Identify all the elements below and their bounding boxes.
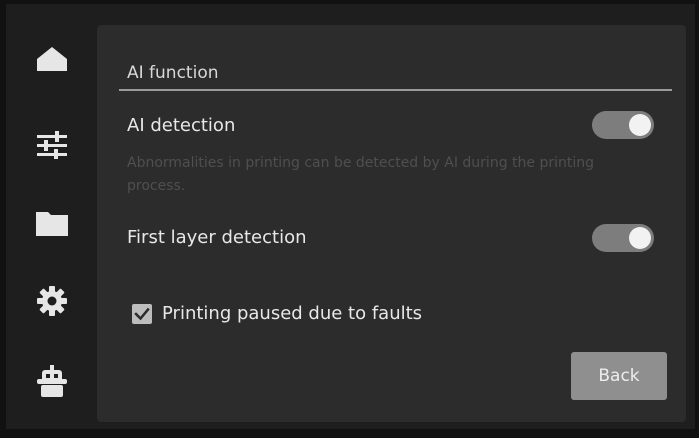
gear-icon bbox=[36, 286, 67, 316]
home-icon bbox=[35, 45, 69, 73]
pause-on-fault-checkbox[interactable] bbox=[132, 304, 152, 324]
screen: AI function AI detection Abnormalities i… bbox=[6, 4, 695, 429]
ai-detection-toggle[interactable] bbox=[592, 111, 654, 139]
sliders-icon bbox=[36, 131, 67, 159]
ai-detection-description: Abnormalities in printing can be detecte… bbox=[127, 155, 595, 194]
section-title: AI function bbox=[127, 63, 219, 83]
robot-icon bbox=[36, 365, 67, 397]
first-layer-detection-label: First layer detection bbox=[127, 227, 307, 248]
first-layer-detection-toggle[interactable] bbox=[592, 224, 654, 252]
toggle-knob bbox=[629, 114, 651, 136]
section-divider bbox=[119, 89, 672, 91]
pause-on-fault-label: Printing paused due to faults bbox=[162, 303, 423, 324]
sidebar bbox=[6, 4, 97, 429]
back-button[interactable]: Back bbox=[571, 352, 667, 400]
checkmark-icon bbox=[134, 307, 150, 321]
ai-function-panel: AI function AI detection Abnormalities i… bbox=[97, 25, 686, 422]
sidebar-item-home[interactable] bbox=[6, 24, 97, 94]
ai-detection-label: AI detection bbox=[127, 115, 236, 136]
sidebar-item-settings[interactable] bbox=[6, 110, 97, 180]
sidebar-item-system[interactable] bbox=[6, 266, 97, 336]
sidebar-item-ai[interactable] bbox=[6, 346, 97, 416]
toggle-knob bbox=[629, 227, 651, 249]
sidebar-item-files[interactable] bbox=[6, 188, 97, 258]
folder-icon bbox=[35, 210, 68, 236]
